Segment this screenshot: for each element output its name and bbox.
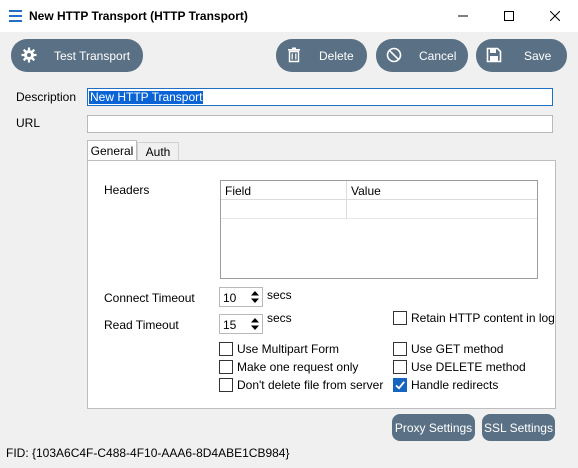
tab-general[interactable]: General [87,140,137,161]
dont-delete-label: Don't delete file from server [237,378,384,392]
url-label: URL [16,116,41,130]
minimize-icon [458,15,468,17]
one-request-checkbox[interactable]: Make one request only [219,360,358,374]
url-input[interactable] [87,115,553,133]
description-input[interactable]: New HTTP Transport [87,88,553,106]
handle-redirects-checkbox[interactable]: Handle redirects [393,378,498,392]
maximize-button[interactable] [486,0,532,32]
multipart-label: Use Multipart Form [237,342,340,356]
use-get-checkbox[interactable]: Use GET method [393,342,503,356]
cancel-label: Cancel [419,49,457,63]
dont-delete-checkbox[interactable]: Don't delete file from server [219,378,383,392]
gear-icon [21,47,37,63]
use-delete-checkbox[interactable]: Use DELETE method [393,360,526,374]
close-icon [550,11,560,21]
column-divider [346,181,347,219]
column-header-field[interactable]: Field [225,184,251,198]
table-row[interactable] [221,200,537,219]
checkbox-box[interactable] [393,342,407,356]
close-button[interactable] [532,0,578,32]
column-header-value[interactable]: Value [351,184,381,198]
checkbox-box[interactable] [393,360,407,374]
delete-label: Delete [319,49,354,63]
description-label: Description [16,90,77,104]
title-bar: New HTTP Transport (HTTP Transport) [0,0,578,32]
checkbox-box[interactable] [219,360,233,374]
test-transport-button[interactable]: Test Transport [11,39,143,72]
read-timeout-value: 15 [223,318,237,332]
handle-redirects-label: Handle redirects [411,378,499,392]
save-button[interactable]: Save [476,39,567,72]
connect-timeout-stepper[interactable]: 10 [219,287,263,307]
description-value: New HTTP Transport [89,90,204,104]
window-title: New HTTP Transport (HTTP Transport) [29,9,248,23]
checkbox-box-checked[interactable] [393,378,407,392]
checkbox-box[interactable] [219,378,233,392]
ssl-settings-button[interactable]: SSL Settings [482,414,555,441]
tab-auth[interactable]: Auth [137,142,179,160]
menu-lines-icon [9,10,22,22]
proxy-settings-button[interactable]: Proxy Settings [392,414,475,441]
retain-http-checkbox[interactable]: Retain HTTP content in log [393,311,555,325]
checkbox-box[interactable] [219,342,233,356]
retain-http-label: Retain HTTP content in log [411,311,555,325]
save-label: Save [524,49,552,63]
save-disk-icon [486,47,502,63]
headers-table-header: Field Value [221,181,537,200]
one-request-label: Make one request only [237,360,359,374]
checkbox-box[interactable] [393,311,407,325]
spin-arrows-icon[interactable] [250,317,260,331]
fid-text: FID: {103A6C4F-C488-4F10-AAA6-8D4ABE1CB9… [6,446,290,460]
delete-button[interactable]: Delete [276,39,367,72]
cancel-button[interactable]: Cancel [376,39,468,72]
cancel-icon [386,47,402,63]
checkmark-icon [395,381,405,390]
use-get-label: Use GET method [411,342,504,356]
multipart-checkbox[interactable]: Use Multipart Form [219,342,339,356]
read-timeout-unit: secs [267,311,292,325]
minimize-button[interactable] [440,0,486,32]
trash-icon [288,47,300,63]
connect-timeout-value: 10 [223,291,237,305]
maximize-icon [504,11,514,21]
use-delete-label: Use DELETE method [411,360,526,374]
connect-timeout-unit: secs [267,288,292,302]
spin-arrows-icon[interactable] [250,290,260,304]
test-transport-label: Test Transport [54,49,131,63]
headers-table[interactable]: Field Value [220,180,538,279]
read-timeout-label: Read Timeout [104,318,179,332]
connect-timeout-label: Connect Timeout [104,291,195,305]
headers-label: Headers [104,183,150,197]
read-timeout-stepper[interactable]: 15 [219,314,263,334]
